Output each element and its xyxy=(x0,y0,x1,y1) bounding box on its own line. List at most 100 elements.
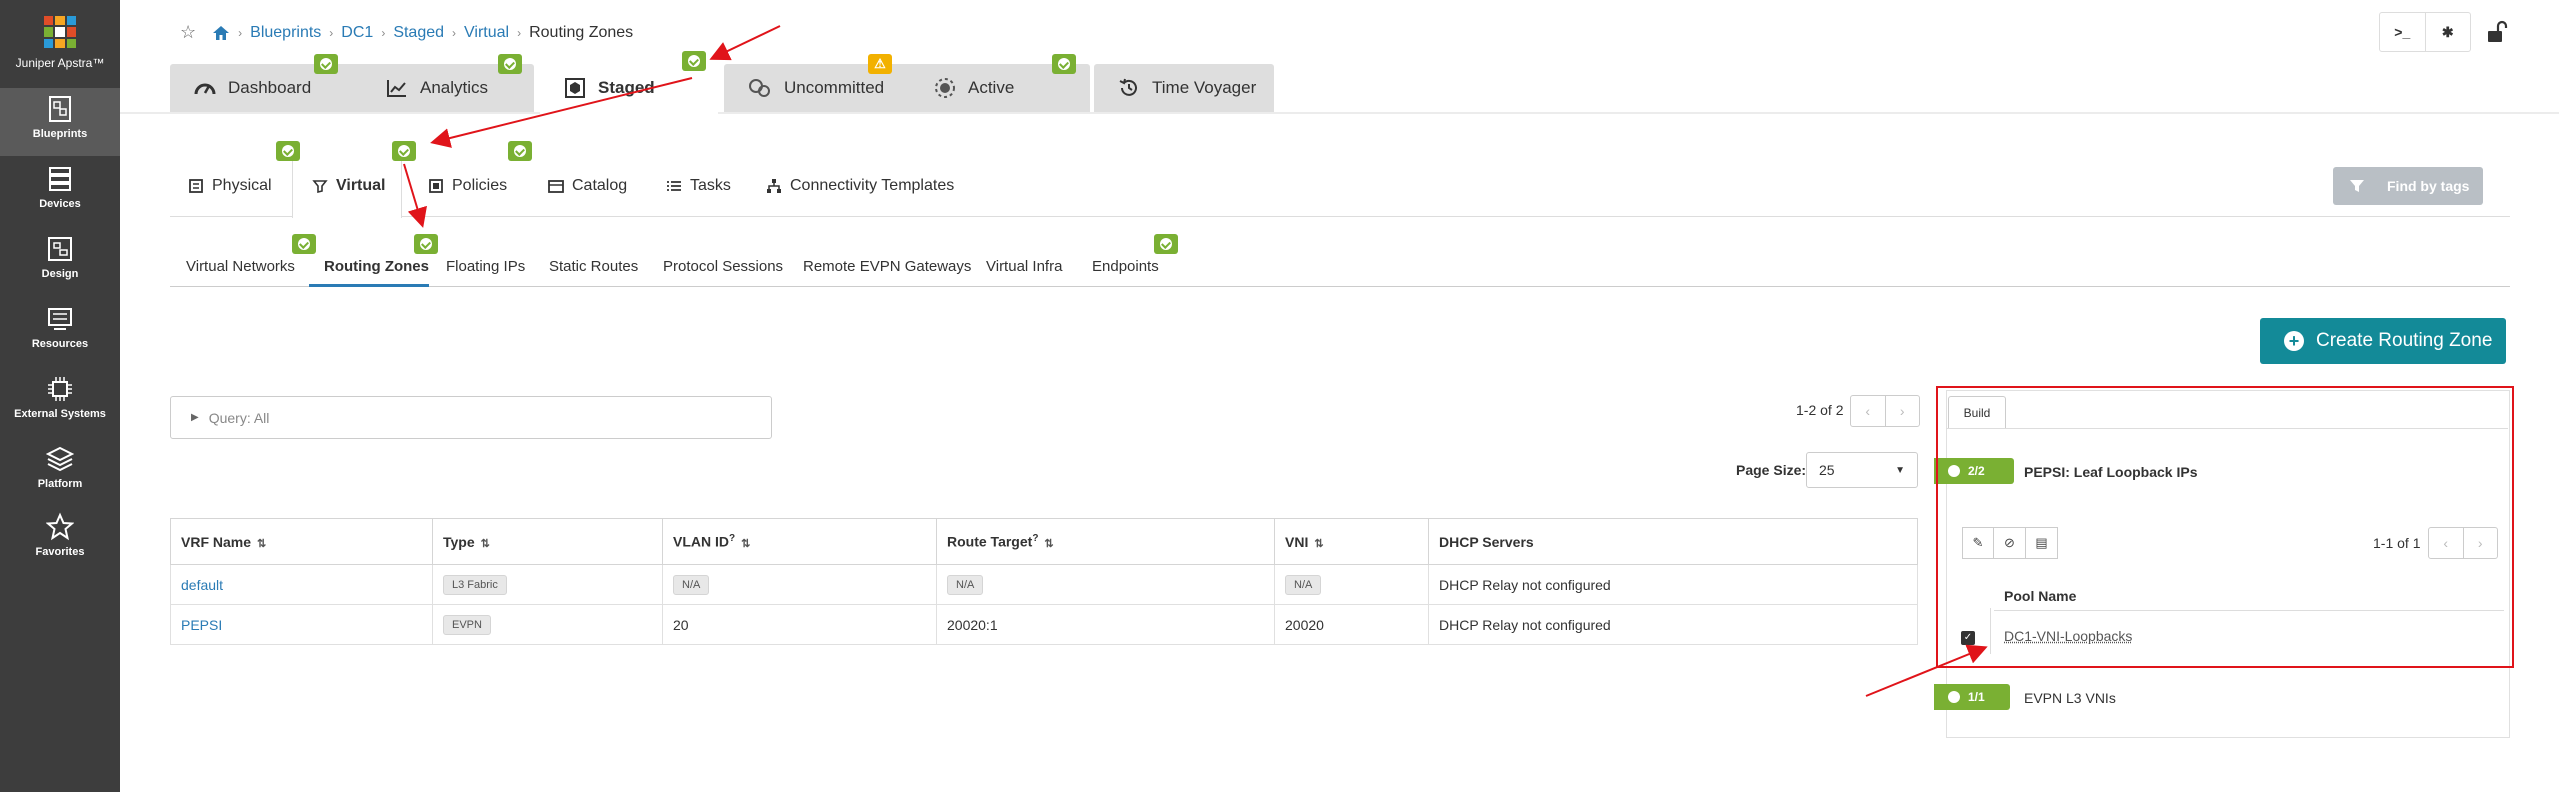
sidebar-item-design[interactable]: Design xyxy=(0,228,120,296)
col-label: Route Target xyxy=(947,533,1033,550)
check-icon xyxy=(514,145,526,157)
subtab-catalog[interactable]: Catalog xyxy=(548,176,627,196)
status-badge-ok xyxy=(414,234,438,254)
vni-cell: 20020 xyxy=(1274,604,1429,645)
tab-remote-evpn-gateways[interactable]: Remote EVPN Gateways xyxy=(803,258,971,275)
col-label: VRF Name xyxy=(181,533,252,550)
subtab-connectivity-templates[interactable]: Connectivity Templates xyxy=(766,176,954,196)
subtab-virtual[interactable]: Virtual xyxy=(312,176,386,196)
subtab-label: Connectivity Templates xyxy=(790,177,955,194)
check-icon xyxy=(298,238,310,250)
col-route-target[interactable]: Route Target? ⇅ xyxy=(936,518,1275,565)
breadcrumb-separator: › xyxy=(517,25,522,40)
check-icon xyxy=(320,58,332,70)
sidebar-item-favorites[interactable]: Favorites xyxy=(0,506,120,574)
sort-icon: ⇅ xyxy=(741,537,751,550)
unlock-icon[interactable] xyxy=(2486,20,2508,49)
speedometer-icon xyxy=(194,83,216,95)
tab-routing-zones[interactable]: Routing Zones xyxy=(324,258,429,275)
breadcrumb-blueprints[interactable]: Blueprints xyxy=(250,24,321,42)
subtab-physical[interactable]: Physical xyxy=(188,176,272,196)
chevron-right-icon[interactable]: › xyxy=(1884,396,1920,426)
check-icon xyxy=(420,238,432,250)
col-label: Type xyxy=(443,533,475,550)
tab-protocol-sessions[interactable]: Protocol Sessions xyxy=(663,258,783,275)
sidebar-item-external-systems[interactable]: External Systems xyxy=(0,368,120,436)
vrf-link[interactable]: PEPSI xyxy=(181,617,222,633)
subtab-tasks[interactable]: Tasks xyxy=(666,176,731,196)
tab-label: Time Voyager xyxy=(1152,78,1257,97)
design-icon xyxy=(48,237,72,261)
tab-label: Active xyxy=(968,78,1015,97)
page-size-select[interactable]: 25 ▼ xyxy=(1806,452,1918,488)
virtual-icon xyxy=(312,180,328,194)
status-badge-ok xyxy=(508,141,532,161)
subtab-label: Virtual xyxy=(336,177,386,194)
sort-icon: ⇅ xyxy=(257,537,267,550)
col-vni[interactable]: VNI ⇅ xyxy=(1274,518,1429,565)
tab-virtual-infra[interactable]: Virtual Infra xyxy=(986,258,1062,275)
tab-endpoints[interactable]: Endpoints xyxy=(1092,258,1159,275)
tab-virtual-networks[interactable]: Virtual Networks xyxy=(186,258,295,275)
tab-floating-ips[interactable]: Floating IPs xyxy=(446,258,525,275)
history-icon xyxy=(1119,78,1137,96)
sidebar-item-label: Resources xyxy=(31,338,89,350)
breadcrumb-staged[interactable]: Staged xyxy=(393,24,444,42)
star-icon xyxy=(46,512,74,541)
col-dhcp-servers: DHCP Servers xyxy=(1428,518,1918,565)
find-by-tags-button[interactable]: Find by tags xyxy=(2333,167,2483,205)
query-filter[interactable]: ▶ Query: All xyxy=(170,396,772,439)
status-badge-ok xyxy=(392,141,416,161)
breadcrumb-virtual[interactable]: Virtual xyxy=(464,24,509,42)
subtab-policies[interactable]: Policies xyxy=(428,176,507,196)
vni-tag: N/A xyxy=(1285,574,1322,595)
query-text: Query: All xyxy=(208,409,270,426)
breadcrumb-separator: › xyxy=(381,25,386,40)
breadcrumb-dc1[interactable]: DC1 xyxy=(341,24,373,42)
pager-buttons: ‹ › xyxy=(1850,395,1920,427)
type-tag: L3 Fabric xyxy=(443,574,507,595)
vlan-tag: N/A xyxy=(673,574,710,595)
star-icon[interactable]: ☆ xyxy=(180,22,196,43)
home-icon[interactable] xyxy=(212,25,230,41)
col-vrf-name[interactable]: VRF Name ⇅ xyxy=(170,518,433,565)
sidebar: Juniper Apstra™ Blueprints Devices Desig… xyxy=(0,0,120,792)
chevron-left-icon[interactable]: ‹ xyxy=(1851,396,1885,426)
apstra-logo-icon xyxy=(44,16,76,48)
tab-static-routes[interactable]: Static Routes xyxy=(549,258,638,275)
resource-group-title: EVPN L3 VNIs xyxy=(2024,690,2116,706)
sidebar-item-resources[interactable]: Resources xyxy=(0,298,120,366)
resources-icon xyxy=(48,308,72,330)
help-icon[interactable]: ? xyxy=(1032,533,1038,544)
catalog-icon xyxy=(548,180,564,193)
vlan-cell: 20 xyxy=(662,604,937,645)
col-vlan-id[interactable]: VLAN ID? ⇅ xyxy=(662,518,937,565)
page-size-value: 25 xyxy=(1819,462,1835,478)
check-icon xyxy=(1058,58,1070,70)
sort-icon: ⇅ xyxy=(1314,537,1324,550)
sidebar-item-blueprints[interactable]: Blueprints xyxy=(0,88,120,156)
help-icon[interactable]: ? xyxy=(729,533,735,544)
col-type[interactable]: Type ⇅ xyxy=(432,518,663,565)
col-label: VNI xyxy=(1285,533,1309,550)
vrf-link[interactable]: default xyxy=(181,577,223,593)
physical-icon xyxy=(189,179,203,193)
apstra-logo[interactable]: Juniper Apstra™ xyxy=(0,16,120,70)
create-routing-zone-button[interactable]: + Create Routing Zone xyxy=(2260,318,2506,364)
tab-divider xyxy=(120,112,2559,114)
sidebar-item-devices[interactable]: Devices xyxy=(0,158,120,226)
virtual-tab-divider xyxy=(170,286,2510,287)
sort-icon: ⇅ xyxy=(480,537,490,550)
col-label: VLAN ID xyxy=(673,533,729,550)
tab-time-voyager[interactable]: Time Voyager xyxy=(1094,64,1274,112)
bug-icon[interactable]: ✱ xyxy=(2424,13,2471,51)
subtab-label: Policies xyxy=(452,177,508,194)
sidebar-item-label: Blueprints xyxy=(32,128,88,140)
breadcrumb-separator: › xyxy=(452,25,457,40)
tasks-icon xyxy=(667,181,681,191)
sidebar-item-platform[interactable]: Platform xyxy=(0,438,120,506)
cli-icon[interactable]: >_ xyxy=(2380,13,2425,51)
tab-dashboard[interactable]: Dashboard xyxy=(170,64,376,112)
col-label: DHCP Servers xyxy=(1439,533,1534,550)
breadcrumb-separator: › xyxy=(238,25,243,40)
